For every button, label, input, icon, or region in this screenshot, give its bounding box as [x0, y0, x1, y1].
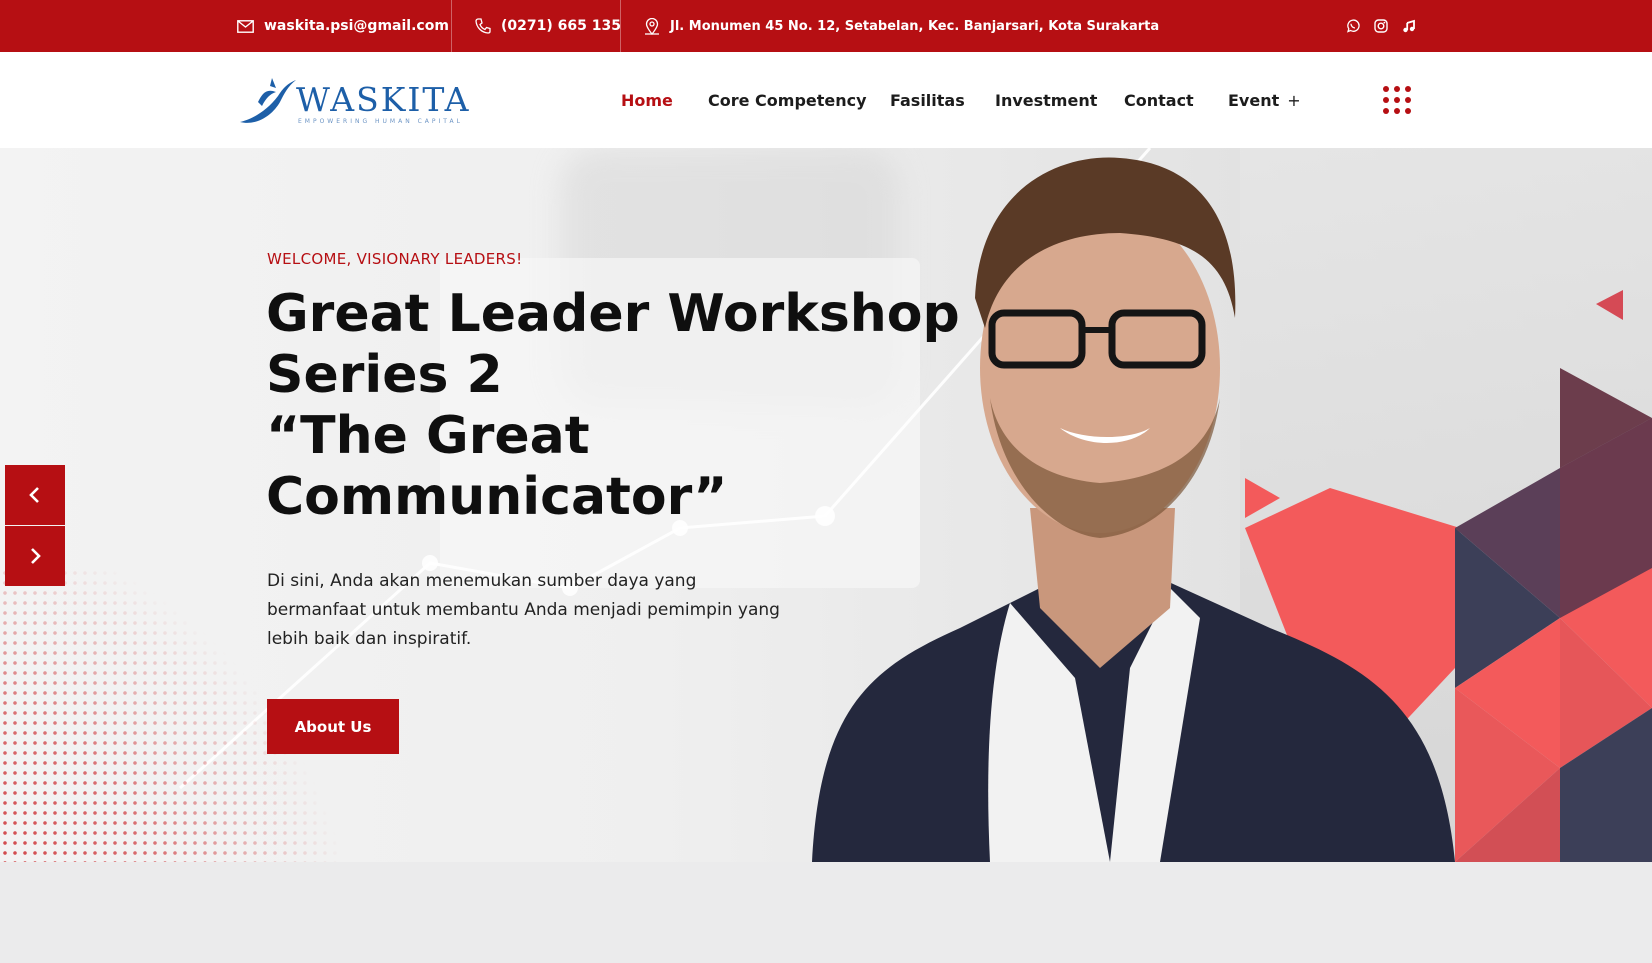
- headline-line: Communicator”: [266, 467, 728, 527]
- slider-next-button[interactable]: [5, 526, 65, 586]
- chevron-right-icon: [31, 548, 41, 564]
- topbar-divider: [451, 0, 452, 52]
- phone-icon: [475, 18, 491, 34]
- tiktok-icon: [1403, 19, 1415, 33]
- logo-tagline: EMPOWERING HUMAN CAPITAL: [298, 118, 463, 125]
- hero-eyebrow: WELCOME, VISIONARY LEADERS!: [267, 250, 523, 268]
- address-text: Jl. Monumen 45 No. 12, Setabelan, Kec. B…: [670, 18, 1160, 34]
- nav-event[interactable]: Event +: [1228, 52, 1301, 148]
- whatsapp-link[interactable]: [1343, 16, 1363, 36]
- menu-grid-button[interactable]: [1383, 86, 1413, 114]
- logo-bird-icon: [240, 78, 296, 123]
- instagram-icon: [1374, 19, 1388, 33]
- phone-link[interactable]: (0271) 665 135: [475, 0, 621, 52]
- main-header: WASKITA EMPOWERING HUMAN CAPITAL Home Co…: [0, 52, 1652, 148]
- nav-contact[interactable]: Contact: [1124, 52, 1194, 148]
- slider-prev-button[interactable]: [5, 465, 65, 525]
- topbar-divider: [620, 0, 621, 52]
- nav-investment[interactable]: Investment: [995, 52, 1097, 148]
- page: waskita.psi@gmail.com (0271) 665 135 Jl.…: [0, 0, 1652, 963]
- plus-icon: +: [1287, 90, 1301, 110]
- tiktok-link[interactable]: [1399, 16, 1419, 36]
- top-contact-bar: waskita.psi@gmail.com (0271) 665 135 Jl.…: [0, 0, 1652, 52]
- nav-home[interactable]: Home: [621, 52, 673, 148]
- logo-text: WASKITA: [296, 80, 471, 119]
- email-link[interactable]: waskita.psi@gmail.com: [237, 0, 449, 52]
- nav-event-label: Event: [1228, 90, 1280, 110]
- instagram-link[interactable]: [1371, 16, 1391, 36]
- headline-line: “The Great: [266, 406, 590, 466]
- location-pin-icon: [645, 17, 659, 35]
- mail-icon: [237, 19, 254, 33]
- nav-fasilitas[interactable]: Fasilitas: [890, 52, 965, 148]
- hero-description: Di sini, Anda akan menemukan sumber daya…: [267, 571, 780, 649]
- hero-headline: Great Leader Workshop Series 2 “The Grea…: [266, 284, 986, 528]
- address-link[interactable]: Jl. Monumen 45 No. 12, Setabelan, Kec. B…: [644, 0, 1159, 52]
- page-bottom-section: [0, 862, 1652, 963]
- headline-line: Series 2: [266, 345, 503, 405]
- phone-text: (0271) 665 135: [501, 18, 621, 34]
- email-text: waskita.psi@gmail.com: [264, 18, 449, 34]
- chevron-left-icon: [29, 487, 39, 503]
- about-us-button[interactable]: About Us: [267, 699, 399, 754]
- nav-core-competency[interactable]: Core Competency: [708, 52, 867, 148]
- hero-slider: WELCOME, VISIONARY LEADERS! Great Leader…: [0, 148, 1652, 862]
- headline-line: Great Leader Workshop: [266, 284, 960, 344]
- whatsapp-icon: [1347, 19, 1360, 33]
- site-logo[interactable]: WASKITA EMPOWERING HUMAN CAPITAL: [236, 72, 468, 128]
